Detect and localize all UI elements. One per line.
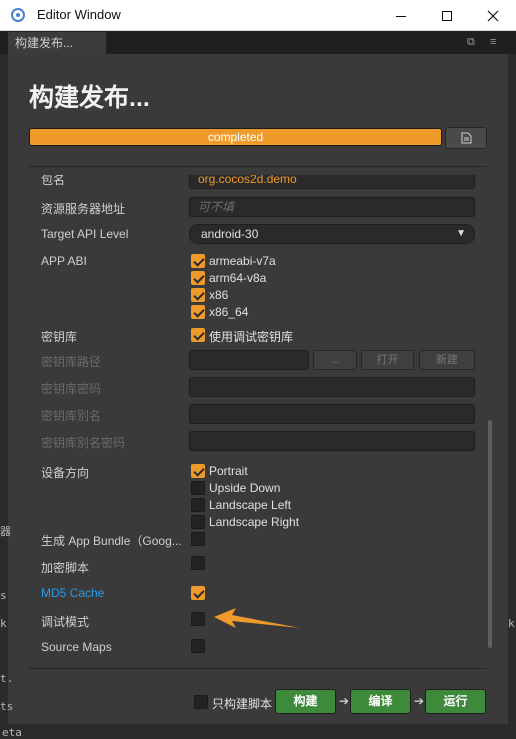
build-options-form: 包名 org.cocos2d.demo 资源服务器地址 可不填 Target A…: [29, 175, 495, 667]
new-button[interactable]: 新建: [419, 350, 475, 370]
build-button[interactable]: 构建: [275, 689, 336, 714]
app-logo-icon: [11, 8, 25, 22]
orientation-portrait-checkbox[interactable]: [191, 464, 205, 478]
target-api-value: android-30: [201, 227, 259, 241]
chevron-down-icon: ▼: [456, 228, 466, 239]
tab-build-publish[interactable]: 构建发布...: [8, 32, 106, 54]
md5-cache-label: MD5 Cache: [41, 586, 105, 600]
build-scripts-only-checkbox[interactable]: [194, 695, 208, 709]
editor-window: Editor Window 构建发布... ⧉ ≡ 构建发布... comple…: [0, 0, 516, 739]
orientation-upside-down-checkbox[interactable]: [191, 481, 205, 495]
document-icon: [461, 132, 471, 144]
run-button[interactable]: 运行: [425, 689, 486, 714]
browse-button[interactable]: ...: [313, 350, 357, 370]
open-log-button[interactable]: [445, 127, 487, 149]
background-text: k: [0, 617, 7, 630]
app-abi-label: APP ABI: [41, 254, 87, 268]
background-text: k: [508, 617, 515, 630]
arrow-right-icon: ➔: [339, 694, 350, 708]
keystore-password-label: 密钥库密码: [41, 382, 102, 396]
abi-x86-checkbox[interactable]: [191, 288, 205, 302]
orientation-label: 设备方向: [41, 466, 90, 480]
debug-mode-label: 调试模式: [41, 615, 90, 629]
resource-server-input[interactable]: 可不填: [189, 197, 475, 217]
keystore-alias-input[interactable]: [189, 404, 475, 424]
source-maps-label: Source Maps: [41, 640, 112, 654]
debug-mode-checkbox[interactable]: [191, 612, 205, 626]
background-text: ts: [0, 700, 14, 713]
page-title: 构建发布...: [29, 84, 150, 112]
resource-server-label: 资源服务器地址: [41, 202, 126, 216]
app-bundle-checkbox[interactable]: [191, 532, 205, 546]
abi-armeabi-v7a-checkbox[interactable]: [191, 254, 205, 268]
abi-x86-64-checkbox[interactable]: [191, 305, 205, 319]
bottom-divider: [29, 668, 487, 669]
title-bar: Editor Window: [0, 0, 516, 31]
abi-option-label: x86: [209, 288, 229, 302]
annotation-arrow: [214, 608, 300, 628]
orientation-option-label: Upside Down: [209, 481, 281, 495]
background-text: eta: [2, 726, 22, 739]
md5-cache-checkbox[interactable]: [191, 586, 205, 600]
open-button[interactable]: 打开: [361, 350, 414, 370]
build-progress-bar: completed: [29, 128, 442, 146]
keystore-alias-label: 密钥库别名: [41, 409, 102, 423]
keystore-label: 密钥库: [41, 330, 78, 344]
target-api-label: Target API Level: [41, 227, 129, 241]
keystore-path-input[interactable]: [189, 350, 309, 370]
package-name-input[interactable]: org.cocos2d.demo: [189, 175, 475, 189]
build-scripts-only-label: 只构建脚本: [212, 697, 273, 711]
abi-arm64-v8a-checkbox[interactable]: [191, 271, 205, 285]
source-maps-checkbox[interactable]: [191, 639, 205, 653]
encrypt-js-checkbox[interactable]: [191, 556, 205, 570]
orientation-option-label: Portrait: [209, 464, 248, 478]
encrypt-js-label: 加密脚本: [41, 561, 90, 575]
popout-icon[interactable]: ⧉: [467, 36, 475, 49]
maximize-icon: [442, 11, 452, 22]
abi-option-label: armeabi-v7a: [209, 254, 276, 268]
orientation-landscape-right-checkbox[interactable]: [191, 515, 205, 529]
debug-keystore-checkbox[interactable]: [191, 328, 205, 342]
orientation-option-label: Landscape Right: [209, 515, 300, 529]
background-text: s: [0, 589, 7, 602]
top-divider: [29, 166, 487, 167]
background-text: 器: [0, 525, 11, 538]
keystore-path-label: 密钥库路径: [41, 355, 102, 369]
app-bundle-label: 生成 App Bundle（Goog...: [41, 534, 182, 548]
maximize-button[interactable]: [424, 0, 470, 31]
close-icon: [487, 10, 499, 22]
minimize-button[interactable]: [378, 0, 424, 31]
background-text: t.: [0, 672, 14, 685]
minimize-icon: [396, 15, 406, 17]
abi-option-label: x86_64: [209, 305, 249, 319]
form-scrollbar[interactable]: [488, 420, 492, 648]
tab-strip: 构建发布... ⧉ ≡: [0, 31, 516, 54]
package-name-label: 包名: [41, 175, 66, 187]
compile-button[interactable]: 编译: [350, 689, 411, 714]
orientation-option-label: Landscape Left: [209, 498, 292, 512]
menu-icon[interactable]: ≡: [490, 36, 496, 48]
window-title: Editor Window: [37, 7, 121, 22]
keystore-password-input[interactable]: [189, 377, 475, 397]
progress-label: completed: [207, 130, 264, 144]
arrow-right-icon: ➔: [414, 694, 425, 708]
keystore-alias-password-label: 密钥库别名密码: [41, 436, 126, 450]
keystore-alias-password-input[interactable]: [189, 431, 475, 451]
orientation-landscape-left-checkbox[interactable]: [191, 498, 205, 512]
close-button[interactable]: [470, 0, 516, 31]
target-api-select[interactable]: android-30 ▼: [189, 224, 475, 244]
debug-keystore-label: 使用调试密钥库: [209, 330, 294, 344]
abi-option-label: arm64-v8a: [209, 271, 267, 285]
